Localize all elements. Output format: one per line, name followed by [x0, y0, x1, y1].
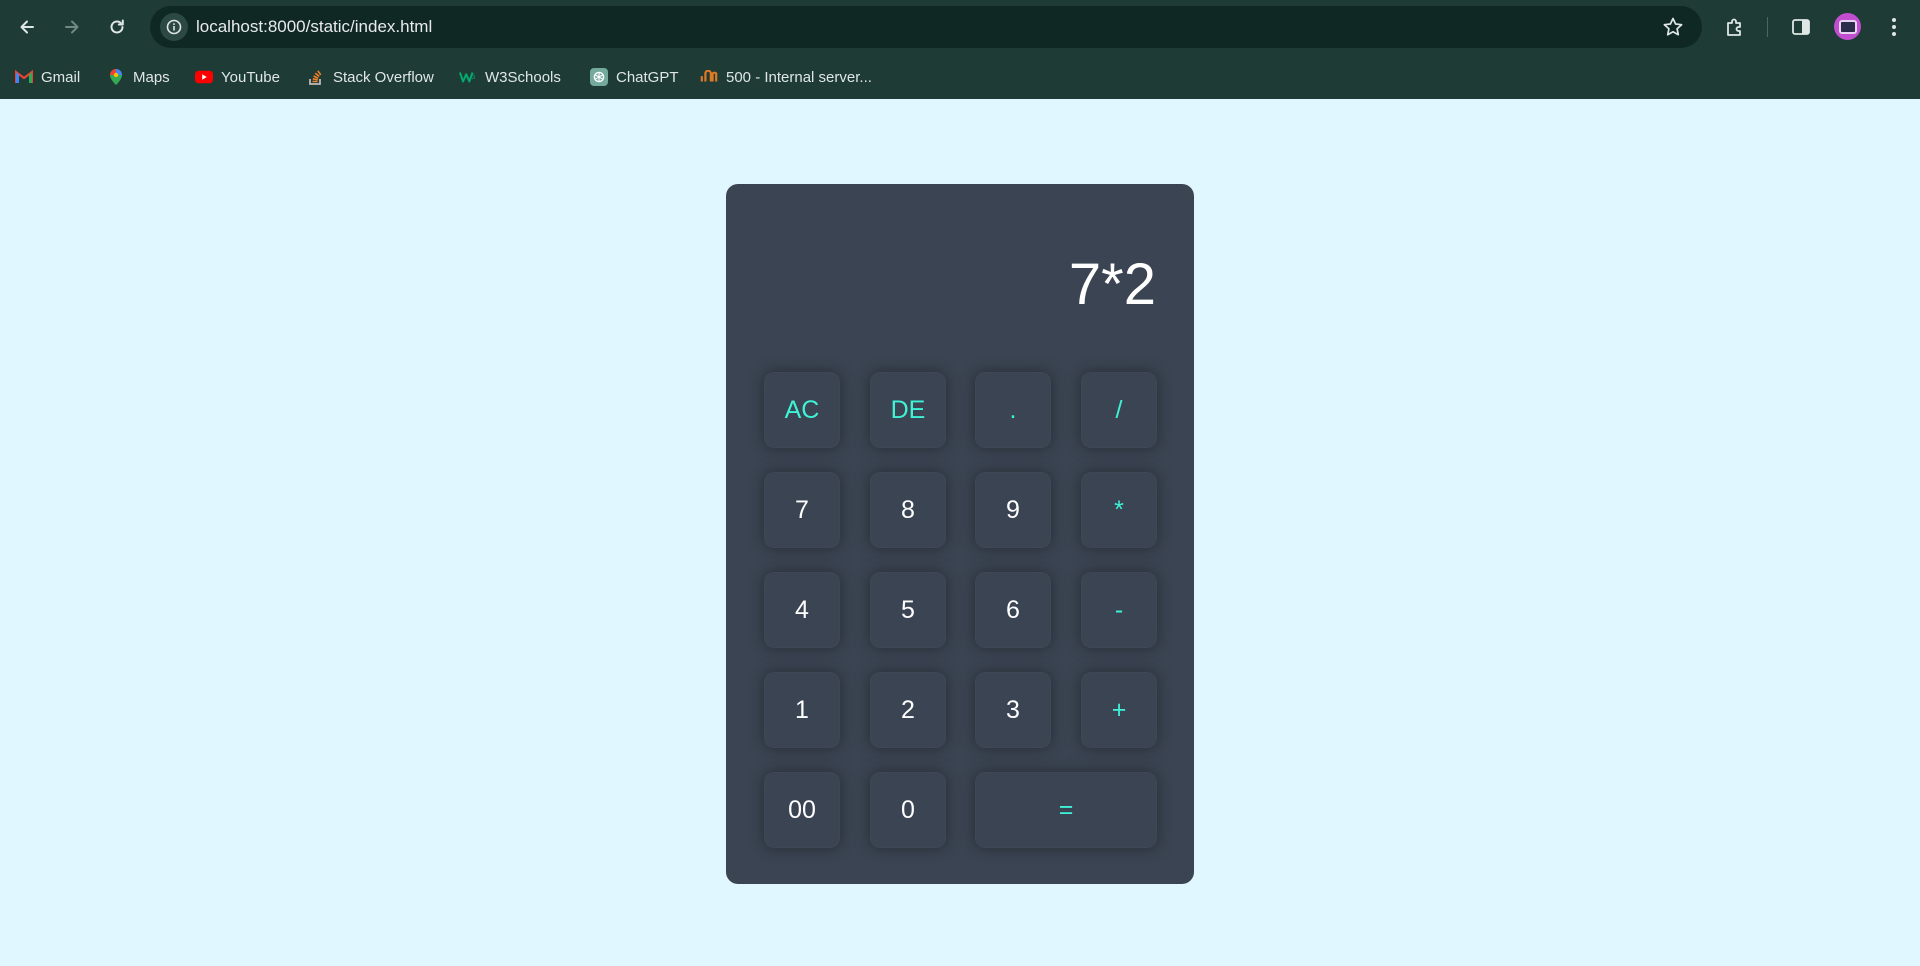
reload-icon [110, 19, 124, 34]
digit-4-button[interactable]: 4 [764, 572, 840, 648]
equals-button[interactable]: = [975, 772, 1157, 848]
digit-8-button[interactable]: 8 [870, 472, 946, 548]
double-zero-button[interactable]: 00 [764, 772, 840, 848]
digit-2-button[interactable]: 2 [870, 672, 946, 748]
address-bar[interactable]: localhost:8000/static/index.html [150, 6, 1702, 48]
decimal-button[interactable]: . [975, 372, 1051, 448]
bookmark-stackoverflow[interactable]: Stack Overflow [301, 61, 440, 93]
puzzle-icon [1727, 18, 1741, 36]
svg-text:3: 3 [472, 74, 476, 81]
extensions-button[interactable] [1720, 12, 1750, 42]
bookmark-label: 500 - Internal server... [726, 68, 872, 86]
browser-toolbar: localhost:8000/static/index.html [0, 0, 1920, 54]
bookmark-label: Stack Overflow [333, 68, 434, 86]
digit-3-button[interactable]: 3 [975, 672, 1051, 748]
bookmark-label: ChatGPT [616, 68, 679, 86]
chatgpt-icon [590, 68, 608, 86]
digit-9-button[interactable]: 9 [975, 472, 1051, 548]
add-button[interactable]: + [1081, 672, 1157, 748]
bookmark-500-internal-server[interactable]: 500 - Internal server... [694, 61, 878, 93]
bookmark-w3schools[interactable]: 3 W3Schools [453, 61, 567, 93]
forward-button[interactable] [55, 10, 89, 44]
subtract-button[interactable]: - [1081, 572, 1157, 648]
digit-1-button[interactable]: 1 [764, 672, 840, 748]
browser-menu-button[interactable] [1879, 12, 1909, 42]
side-panel-button[interactable] [1786, 12, 1816, 42]
kebab-menu-icon [1892, 18, 1896, 36]
info-icon [166, 19, 182, 35]
digit-7-button[interactable]: 7 [764, 472, 840, 548]
calculator-display: 7*2 [1068, 252, 1156, 317]
digit-0-button[interactable]: 0 [870, 772, 946, 848]
divide-button[interactable]: / [1081, 372, 1157, 448]
site-icon [700, 68, 718, 86]
reload-button[interactable] [100, 10, 134, 44]
bookmark-label: Gmail [41, 68, 81, 86]
arrow-right-icon [65, 20, 79, 34]
stackoverflow-icon [307, 68, 325, 86]
delete-button[interactable]: DE [870, 372, 946, 448]
bookmark-label: YouTube [221, 68, 280, 86]
bookmark-youtube[interactable]: YouTube [189, 61, 286, 93]
youtube-icon [195, 68, 213, 86]
digit-5-button[interactable]: 5 [870, 572, 946, 648]
bookmark-maps[interactable]: Maps [101, 61, 176, 93]
digit-6-button[interactable]: 6 [975, 572, 1051, 648]
profile-avatar[interactable] [1834, 13, 1861, 40]
side-panel-icon [1792, 19, 1810, 35]
star-icon[interactable] [1662, 16, 1684, 38]
site-info-button[interactable] [160, 13, 188, 41]
calculator: 7*2 AC DE . / 7 8 9 * 4 5 6 - 1 2 3 + 00… [726, 184, 1194, 884]
browser-chrome: localhost:8000/static/index.html Gmail M… [0, 0, 1920, 99]
back-button[interactable] [10, 10, 44, 44]
avatar-image [1838, 19, 1857, 34]
ac-button[interactable]: AC [764, 372, 840, 448]
bookmark-label: W3Schools [485, 68, 561, 86]
bookmark-label: Maps [133, 68, 170, 86]
multiply-button[interactable]: * [1081, 472, 1157, 548]
bookmark-gmail[interactable]: Gmail [9, 61, 86, 93]
gmail-icon [15, 68, 33, 86]
toolbar-divider [1767, 17, 1768, 37]
url-text[interactable]: localhost:8000/static/index.html [196, 6, 432, 48]
bookmarks-bar: Gmail Maps YouTube Stack Overflow 3 W3Sc… [0, 54, 1920, 99]
arrow-left-icon [20, 20, 34, 34]
maps-icon [107, 68, 125, 86]
bookmark-chatgpt[interactable]: ChatGPT [584, 61, 685, 93]
w3schools-icon: 3 [459, 68, 477, 86]
